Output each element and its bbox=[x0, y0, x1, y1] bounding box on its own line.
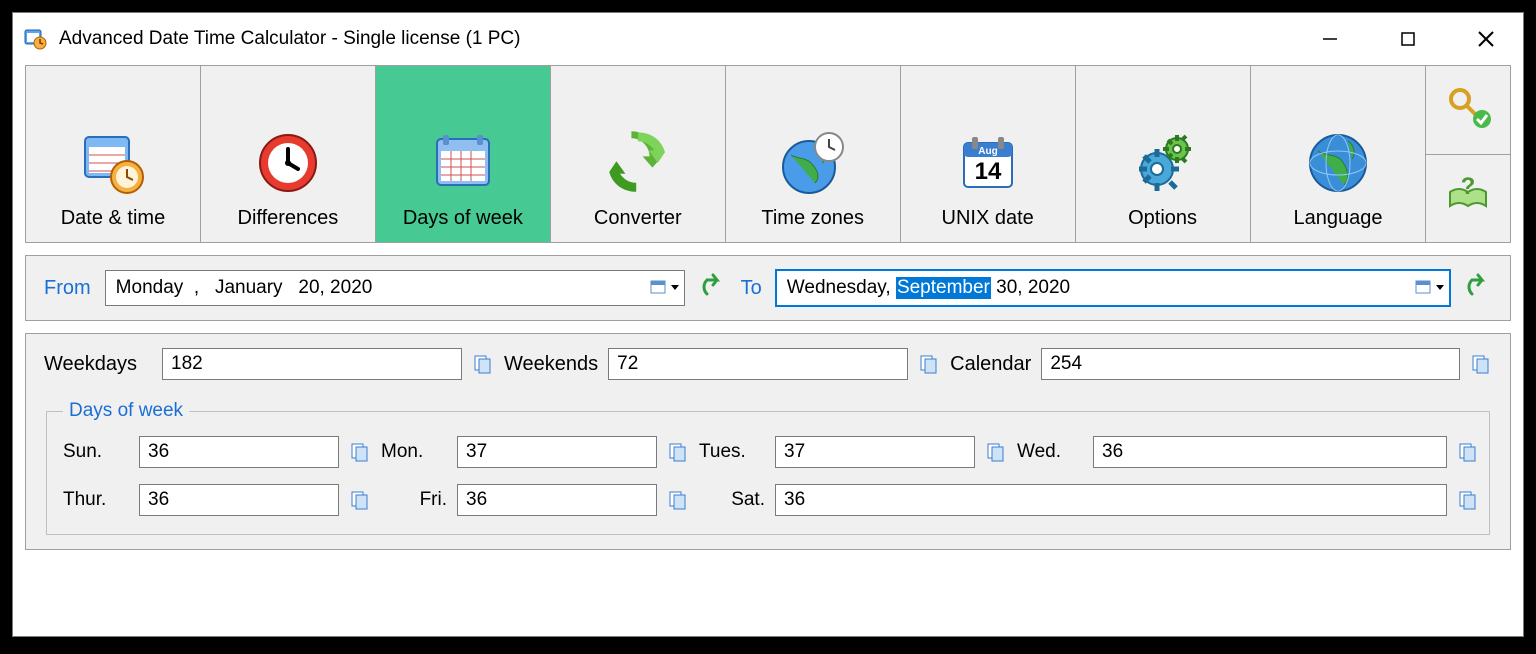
app-icon bbox=[23, 27, 47, 51]
calendar-dropdown-icon[interactable] bbox=[1415, 279, 1445, 297]
globe-icon bbox=[1302, 127, 1374, 199]
calendar-label: Calendar bbox=[950, 353, 1031, 376]
from-date-value: Monday , January 20, 2020 bbox=[116, 277, 373, 299]
tab-label: Differences bbox=[238, 207, 339, 230]
sat-label: Sat. bbox=[699, 489, 765, 511]
days-of-week-group: Days of week Sun. 36 Mon. 37 Tues. 37 We… bbox=[46, 400, 1490, 535]
weekends-value[interactable]: 72 bbox=[608, 348, 908, 380]
to-date-before: Wednesday, bbox=[787, 277, 896, 299]
calendar-dropdown-icon[interactable] bbox=[650, 279, 680, 297]
calendar-clock-icon bbox=[77, 127, 149, 199]
copy-weekends-button[interactable] bbox=[918, 353, 940, 375]
license-key-button[interactable] bbox=[1426, 66, 1510, 155]
svg-text:14: 14 bbox=[974, 158, 1001, 185]
tab-days-of-week[interactable]: Days of week bbox=[376, 66, 551, 242]
maximize-button[interactable] bbox=[1393, 24, 1423, 54]
tab-differences[interactable]: Differences bbox=[201, 66, 376, 242]
weekdays-value[interactable]: 182 bbox=[162, 348, 462, 380]
from-date-input[interactable]: Monday , January 20, 2020 bbox=[105, 270, 685, 306]
tab-label: Days of week bbox=[403, 207, 523, 230]
tab-label: Time zones bbox=[761, 207, 864, 230]
tue-value[interactable]: 37 bbox=[775, 436, 975, 468]
calendar-date-icon: Aug 14 bbox=[952, 127, 1024, 199]
weekdays-label: Weekdays bbox=[44, 353, 152, 376]
recycle-arrows-icon bbox=[602, 127, 674, 199]
to-date-after: 30, 2020 bbox=[991, 277, 1070, 299]
tab-converter[interactable]: Converter bbox=[551, 66, 726, 242]
copy-sat-button[interactable] bbox=[1457, 489, 1479, 511]
to-date-input[interactable]: Wednesday, September 30, 2020 bbox=[776, 270, 1450, 306]
fri-value[interactable]: 36 bbox=[457, 484, 657, 516]
titlebar: Advanced Date Time Calculator - Single l… bbox=[13, 13, 1523, 65]
main-toolbar: Date & time Differences bbox=[25, 65, 1511, 243]
fri-label: Fri. bbox=[381, 489, 447, 511]
undo-to-button[interactable] bbox=[1464, 272, 1492, 305]
to-date-highlight: September bbox=[896, 277, 991, 299]
help-button[interactable]: ? bbox=[1426, 155, 1510, 243]
copy-sun-button[interactable] bbox=[349, 441, 371, 463]
calendar-icon bbox=[427, 127, 499, 199]
mon-value[interactable]: 37 bbox=[457, 436, 657, 468]
days-of-week-legend: Days of week bbox=[63, 400, 189, 422]
results-panel: Weekdays 182 Weekends 72 Calendar 254 Da… bbox=[25, 333, 1511, 550]
window-title: Advanced Date Time Calculator - Single l… bbox=[59, 28, 520, 50]
copy-calendar-button[interactable] bbox=[1470, 353, 1492, 375]
help-book-icon: ? bbox=[1444, 172, 1492, 225]
copy-wed-button[interactable] bbox=[1457, 441, 1479, 463]
tab-options[interactable]: Options bbox=[1076, 66, 1251, 242]
copy-mon-button[interactable] bbox=[667, 441, 689, 463]
tab-time-zones[interactable]: Time zones bbox=[726, 66, 901, 242]
wed-value[interactable]: 36 bbox=[1093, 436, 1447, 468]
svg-text:?: ? bbox=[1461, 173, 1476, 200]
copy-weekdays-button[interactable] bbox=[472, 353, 494, 375]
tab-language[interactable]: Language bbox=[1251, 66, 1426, 242]
tab-label: UNIX date bbox=[942, 207, 1034, 230]
sat-value[interactable]: 36 bbox=[775, 484, 1447, 516]
tab-label: Converter bbox=[594, 207, 682, 230]
calendar-value[interactable]: 254 bbox=[1041, 348, 1460, 380]
from-label: From bbox=[44, 277, 91, 300]
minimize-button[interactable] bbox=[1315, 24, 1345, 54]
app-window: Advanced Date Time Calculator - Single l… bbox=[12, 12, 1524, 637]
copy-fri-button[interactable] bbox=[667, 489, 689, 511]
close-button[interactable] bbox=[1471, 24, 1501, 54]
wed-label: Wed. bbox=[1017, 441, 1083, 463]
tab-label: Options bbox=[1128, 207, 1197, 230]
thu-value[interactable]: 36 bbox=[139, 484, 339, 516]
weekends-label: Weekends bbox=[504, 353, 598, 376]
key-check-icon bbox=[1444, 83, 1492, 136]
tab-date-time[interactable]: Date & time bbox=[26, 66, 201, 242]
sun-label: Sun. bbox=[63, 441, 129, 463]
gears-icon bbox=[1127, 127, 1199, 199]
clock-icon bbox=[252, 127, 324, 199]
undo-from-button[interactable] bbox=[699, 272, 727, 305]
mon-label: Mon. bbox=[381, 441, 447, 463]
tab-label: Language bbox=[1294, 207, 1383, 230]
tab-label: Date & time bbox=[61, 207, 165, 230]
svg-text:Aug: Aug bbox=[978, 146, 997, 157]
to-label: To bbox=[741, 277, 762, 300]
thu-label: Thur. bbox=[63, 489, 129, 511]
copy-tue-button[interactable] bbox=[985, 441, 1007, 463]
globe-clock-icon bbox=[777, 127, 849, 199]
sun-value[interactable]: 36 bbox=[139, 436, 339, 468]
tab-unix-date[interactable]: Aug 14 UNIX date bbox=[901, 66, 1076, 242]
tue-label: Tues. bbox=[699, 441, 765, 463]
copy-thu-button[interactable] bbox=[349, 489, 371, 511]
